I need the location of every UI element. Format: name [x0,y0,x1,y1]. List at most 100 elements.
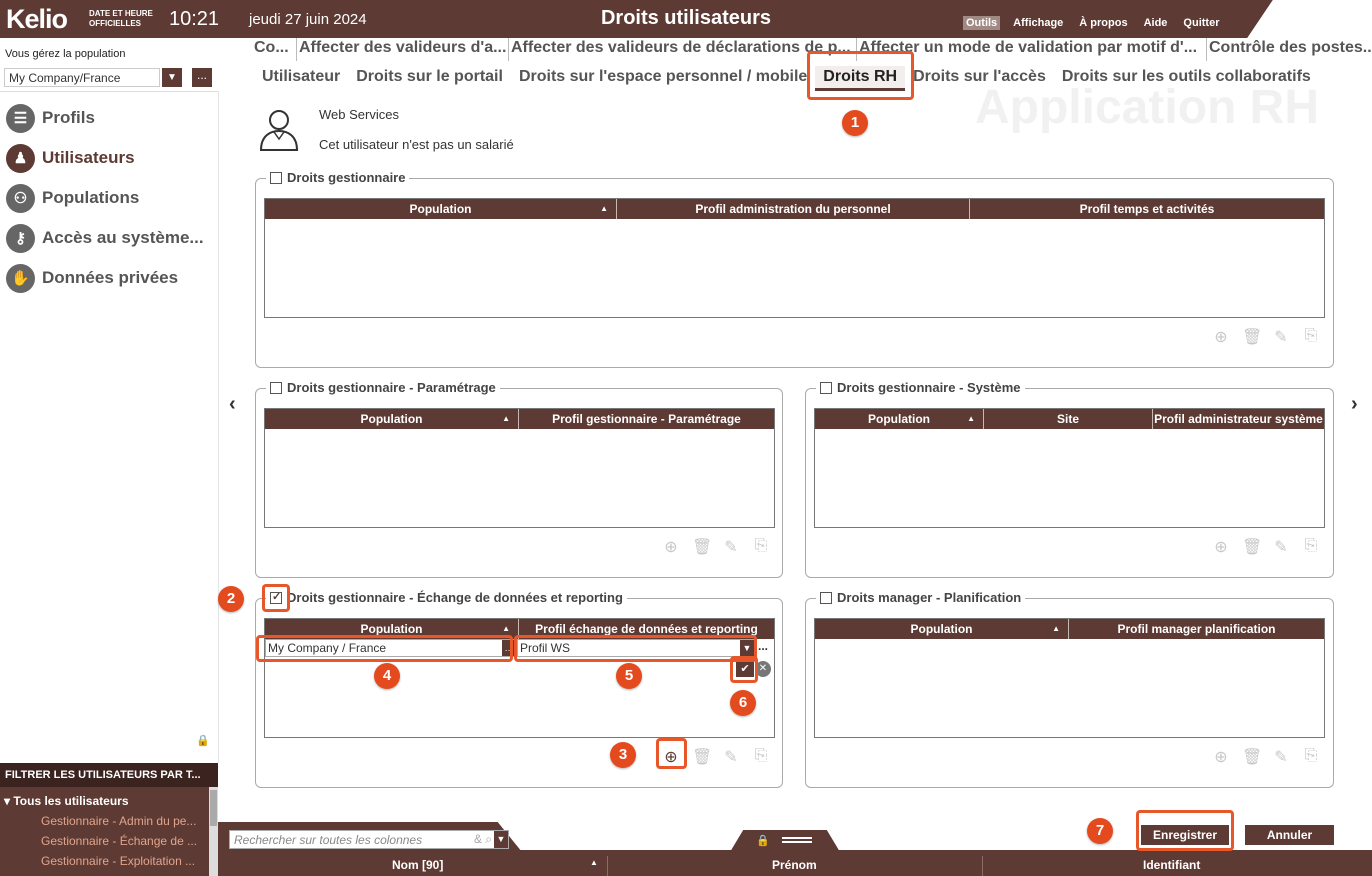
group-legend: Droits gestionnaire [266,170,410,185]
population-select[interactable]: My Company/France [4,68,160,87]
trash-icon[interactable]: 🗑 [1242,537,1262,557]
highlight-box [262,584,290,612]
export-icon[interactable]: ⎘ [1302,327,1320,347]
search-input[interactable]: Rechercher sur toutes les colonnes & ⌕ ▼ [229,830,509,849]
tab-utilisateur[interactable]: Utilisateur [262,66,348,91]
export-icon[interactable]: ⎘ [1302,747,1320,767]
filter-item[interactable]: Gestionnaire - Admin du pe... [41,814,196,828]
tab-co[interactable]: Co... [252,38,296,61]
edit-icon[interactable]: ✎ [722,747,740,767]
highlight-box [514,635,757,662]
lock-icon[interactable]: 🔒 [196,734,210,747]
column-header[interactable]: Profil administration du personnel [617,199,970,219]
export-icon[interactable]: ⎘ [752,747,770,767]
column-header-identifiant[interactable]: Identifiant [1143,858,1200,872]
chevron-down-icon[interactable]: ▼ [494,831,508,848]
column-header[interactable]: Profil temps et activités [970,199,1324,219]
column-header[interactable]: Profil manager planification [1069,619,1324,639]
table-header: Population ▲ Profil manager planification [815,619,1324,639]
group-checkbox[interactable] [270,171,282,184]
add-icon[interactable]: ⊕ [1212,327,1230,347]
panel-toggle[interactable]: 🔒 [730,830,840,852]
remove-user-icon[interactable]: ♙− [568,830,592,850]
profiles-icon: ☰ [6,103,35,133]
official-datetime-label: DATE ET HEURE OFFICIELLES [89,9,153,28]
trash-icon[interactable]: 🗑 [1242,327,1262,347]
menu-affichage[interactable]: Affichage [1010,16,1066,30]
group-checkbox[interactable] [270,381,282,394]
tab-affecter-valideurs-declarations[interactable]: Affecter des valideurs de déclarations d… [508,38,856,61]
population-more-button[interactable]: ... [192,68,212,87]
trash-icon[interactable]: 🗑 [692,747,712,767]
edit-icon[interactable]: ✎ [722,537,740,557]
trash-icon[interactable]: 🗑 [1242,747,1262,767]
column-header-prenom[interactable]: Prénom [772,858,817,872]
filter-item[interactable]: Gestionnaire - Échange de ... [41,834,197,848]
column-header-nom[interactable]: Nom [90] [392,858,443,872]
highlight-box [256,635,513,662]
edit-icon[interactable]: ✎ [1272,747,1290,767]
edit-icon[interactable]: ✎ [1272,537,1290,557]
export-icon[interactable]: ⎘ [752,537,770,557]
column-header[interactable]: Site [984,409,1153,429]
group-title: Droits gestionnaire - Paramétrage [287,380,496,395]
group-title: Droits gestionnaire [287,170,406,185]
sort-up-icon: ▲ [590,858,598,867]
group-checkbox[interactable] [820,381,832,394]
column-header[interactable]: Profil gestionnaire - Paramétrage [519,409,774,429]
profile-more-button[interactable]: ... [755,639,771,657]
sidebar-item-profils[interactable]: ☰ Profils [6,98,204,138]
highlight-box [1136,810,1234,851]
user-icon: ♟ [6,143,35,173]
group-checkbox[interactable] [820,591,832,604]
add-icon[interactable]: ⊕ [1212,747,1230,767]
group-droits-echange: Droits gestionnaire - Échange de données… [255,590,783,788]
tab-droits-portail[interactable]: Droits sur le portail [348,66,511,91]
current-date: jeudi 27 juin 2024 [249,11,367,28]
menu-a-propos[interactable]: À propos [1076,16,1130,30]
group-legend: Droits manager - Planification [816,590,1026,605]
add-icon[interactable]: ⊕ [662,537,680,557]
rights-table: Population ▲ Site Profil administrateur s… [814,408,1325,528]
menu-aide[interactable]: Aide [1141,16,1171,30]
add-user-icon[interactable]: ♙+ [545,830,569,850]
filter-root-item[interactable]: ▾ Tous les utilisateurs [4,794,129,808]
sidebar-item-utilisateurs[interactable]: ♟ Utilisateurs [6,138,204,178]
column-header[interactable]: Population ▲ [815,409,984,429]
divider [0,91,218,92]
divider [607,856,608,876]
sidebar-item-populations[interactable]: ⚇ Populations [6,178,204,218]
column-header[interactable]: Profil administrateur système [1153,409,1324,429]
trash-icon[interactable]: 🗑 [692,537,712,557]
column-header[interactable]: Population ▲ [265,199,617,219]
sort-up-icon: ▲ [502,414,510,423]
chevron-left-icon[interactable]: ‹ [229,393,236,416]
column-header[interactable]: Population ▲ [265,409,519,429]
menu-quitter[interactable]: Quitter [1180,16,1222,30]
filter-item[interactable]: Gestionnaire - Exploitation ... [41,854,195,868]
sort-up-icon: ▲ [967,414,975,423]
column-header[interactable]: Population ▲ [815,619,1069,639]
tab-affecter-valideurs-a[interactable]: Affecter des valideurs d'a... [296,38,508,61]
edit-icon[interactable]: ✎ [1272,327,1290,347]
tab-droits-espace-personnel[interactable]: Droits sur l'espace personnel / mobile [511,66,815,91]
chevron-right-icon[interactable]: › [1351,393,1358,416]
group-droits-systeme: Droits gestionnaire - Système Population… [805,380,1334,578]
filter-scrollbar[interactable] [209,787,218,876]
divider [218,91,219,763]
cancel-button[interactable]: Annuler [1245,825,1334,845]
search-icon[interactable]: & ⌕ [474,832,492,847]
step-badge-5: 5 [616,663,642,689]
filter-title: FILTRER LES UTILISATEURS PAR T... [0,763,218,787]
rights-table: Population ▲ Profil gestionnaire - Paramé… [264,408,775,528]
chevron-down-icon[interactable]: ▼ [162,68,182,87]
lock-icon: 🔒 [756,835,770,847]
sidebar-item-donnees-privees[interactable]: ✋ Données privées [6,258,204,298]
divider [982,856,983,876]
tab-controle-postes[interactable]: Contrôle des postes... [1206,38,1372,61]
sidebar-item-acces-systeme[interactable]: ⚷ Accès au système... [6,218,204,258]
add-icon[interactable]: ⊕ [1212,537,1230,557]
menu-outils[interactable]: Outils [963,16,1001,30]
step-badge-3: 3 [610,742,636,768]
export-icon[interactable]: ⎘ [1302,537,1320,557]
